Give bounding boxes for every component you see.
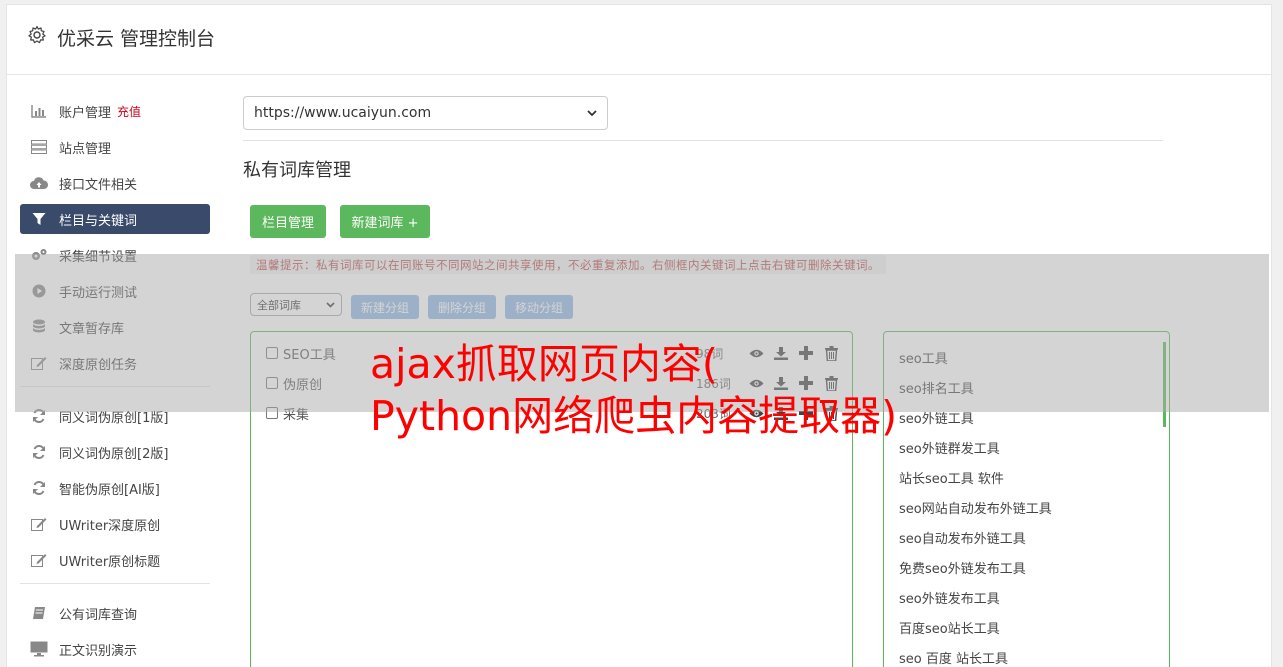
page-title: 优采云 管理控制台 <box>57 28 216 50</box>
divider <box>243 140 1163 141</box>
sidebar-item-label: 接口文件相关 <box>59 177 138 193</box>
filter-icon <box>30 211 48 227</box>
keyword-item[interactable]: 百度seo站长工具 <box>899 618 1000 637</box>
gear-icon <box>28 25 46 44</box>
sidebar-item-ai-rewrite[interactable]: 智能伪原创[AI版] <box>20 473 210 503</box>
watermark-line-1: ajax抓取网页内容( <box>370 340 718 388</box>
keyword-item[interactable]: seo自动发布外链工具 <box>899 528 1026 547</box>
sidebar-item-synonym-v2[interactable]: 同义词伪原创[2版] <box>20 437 210 467</box>
sidebar-item-public-library[interactable]: 公有词库查询 <box>20 598 210 628</box>
book-icon <box>30 605 48 621</box>
refresh-icon <box>30 444 48 460</box>
recharge-link[interactable]: 充值 <box>117 103 141 120</box>
edit-icon <box>30 516 48 532</box>
sidebar-item-label: UWriter深度原创 <box>59 518 161 534</box>
watermark-text: ajax抓取网页内容( Python网络爬虫内容提取器) <box>370 338 897 442</box>
sidebar-item-label: 正文识别演示 <box>59 643 138 659</box>
edit-icon <box>30 552 48 568</box>
column-manage-button[interactable]: 栏目管理 <box>250 205 326 238</box>
chevron-down-icon <box>587 105 597 121</box>
sidebar-item-label: 账户管理 <box>59 105 112 121</box>
site-select[interactable]: https://www.ucaiyun.com <box>243 96 608 130</box>
keyword-item[interactable]: seo外链群发工具 <box>899 438 1000 457</box>
sidebar-item-label: 公有词库查询 <box>59 607 138 623</box>
site-select-value: https://www.ucaiyun.com <box>254 105 432 121</box>
sidebar-item-label: 同义词伪原创[2版] <box>59 446 169 462</box>
header: 优采云 管理控制台 <box>7 5 1271 75</box>
keyword-item[interactable]: seo 百度 站长工具 <box>899 648 1008 667</box>
watermark-line-2: Python网络爬虫内容提取器) <box>370 392 898 440</box>
sidebar-item-label: 栏目与关键词 <box>59 213 138 229</box>
keyword-item[interactable]: seo网站自动发布外链工具 <box>899 498 1052 517</box>
sidebar-item-label: 站点管理 <box>59 141 112 157</box>
new-library-button[interactable]: 新建词库 + <box>340 205 430 238</box>
section-title: 私有词库管理 <box>243 160 351 181</box>
keyword-item[interactable]: 免费seo外链发布工具 <box>899 558 1026 577</box>
sidebar-item-text-recognition[interactable]: 正文识别演示 <box>20 634 210 664</box>
sidebar-item-sites[interactable]: 站点管理 <box>20 132 210 162</box>
server-icon <box>30 139 48 155</box>
sidebar-item-uwriter-deep[interactable]: UWriter深度原创 <box>20 509 210 539</box>
sidebar-item-account[interactable]: 账户管理 充值 <box>20 96 210 126</box>
keyword-item[interactable]: seo外链发布工具 <box>899 588 1000 607</box>
cloud-upload-icon <box>30 175 48 191</box>
sidebar-divider <box>20 583 210 584</box>
monitor-icon <box>30 641 48 657</box>
refresh-icon <box>30 480 48 496</box>
sidebar-item-label: UWriter原创标题 <box>59 554 161 570</box>
keyword-item[interactable]: 站长seo工具 软件 <box>899 468 1004 487</box>
sidebar-item-label: 智能伪原创[AI版] <box>59 482 160 498</box>
sidebar-item-uwriter-title[interactable]: UWriter原创标题 <box>20 545 210 575</box>
sidebar-item-api-files[interactable]: 接口文件相关 <box>20 168 210 198</box>
bar-chart-icon <box>30 103 48 119</box>
sidebar-item-columns-keywords[interactable]: 栏目与关键词 <box>20 204 210 234</box>
